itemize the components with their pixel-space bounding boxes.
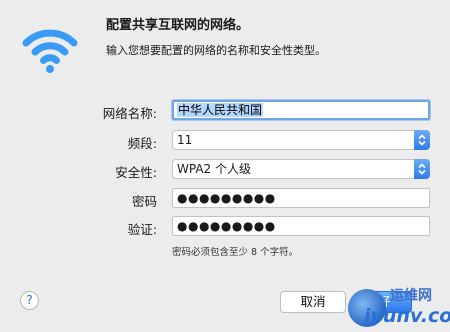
network-name-label: 网络名称: (102, 106, 157, 121)
site-watermark: 运维网 iyunv.com (340, 281, 450, 332)
password-field[interactable]: ●●●●●●●●● (172, 188, 430, 208)
chevron-updown-icon (414, 130, 430, 150)
watermark-cn: 运维网 (390, 288, 432, 304)
wifi-icon (22, 29, 78, 73)
help-button[interactable]: ? (20, 291, 39, 310)
channel-select[interactable]: 11 (172, 130, 430, 150)
password-value: ●●●●●●●●● (177, 191, 276, 205)
verify-value: ●●●●●●●●● (177, 219, 276, 233)
security-select[interactable]: WPA2 个人级 (172, 159, 430, 179)
dialog-title: 配置共享互联网的网络。 (106, 18, 250, 33)
dialog-subtitle: 输入您想要配置的网络的名称和安全性类型。 (106, 44, 326, 57)
verify-label: 验证: (127, 222, 157, 237)
watermark-en: iyunv.com (364, 305, 450, 327)
password-label: 密码 (131, 194, 157, 209)
cancel-button[interactable]: 取消 (280, 291, 346, 313)
network-name-value: 中华人民共和国 (177, 103, 264, 117)
chevron-updown-icon (414, 159, 430, 179)
channel-label: 频段: (127, 136, 157, 151)
security-value: WPA2 个人级 (177, 162, 251, 176)
network-name-input[interactable]: 中华人民共和国 (172, 100, 430, 120)
security-label: 安全性: (115, 165, 157, 180)
password-hint: 密码必须包含至少 8 个字符。 (172, 247, 299, 258)
channel-value: 11 (177, 133, 193, 147)
verify-password-field[interactable]: ●●●●●●●●● (172, 216, 430, 236)
